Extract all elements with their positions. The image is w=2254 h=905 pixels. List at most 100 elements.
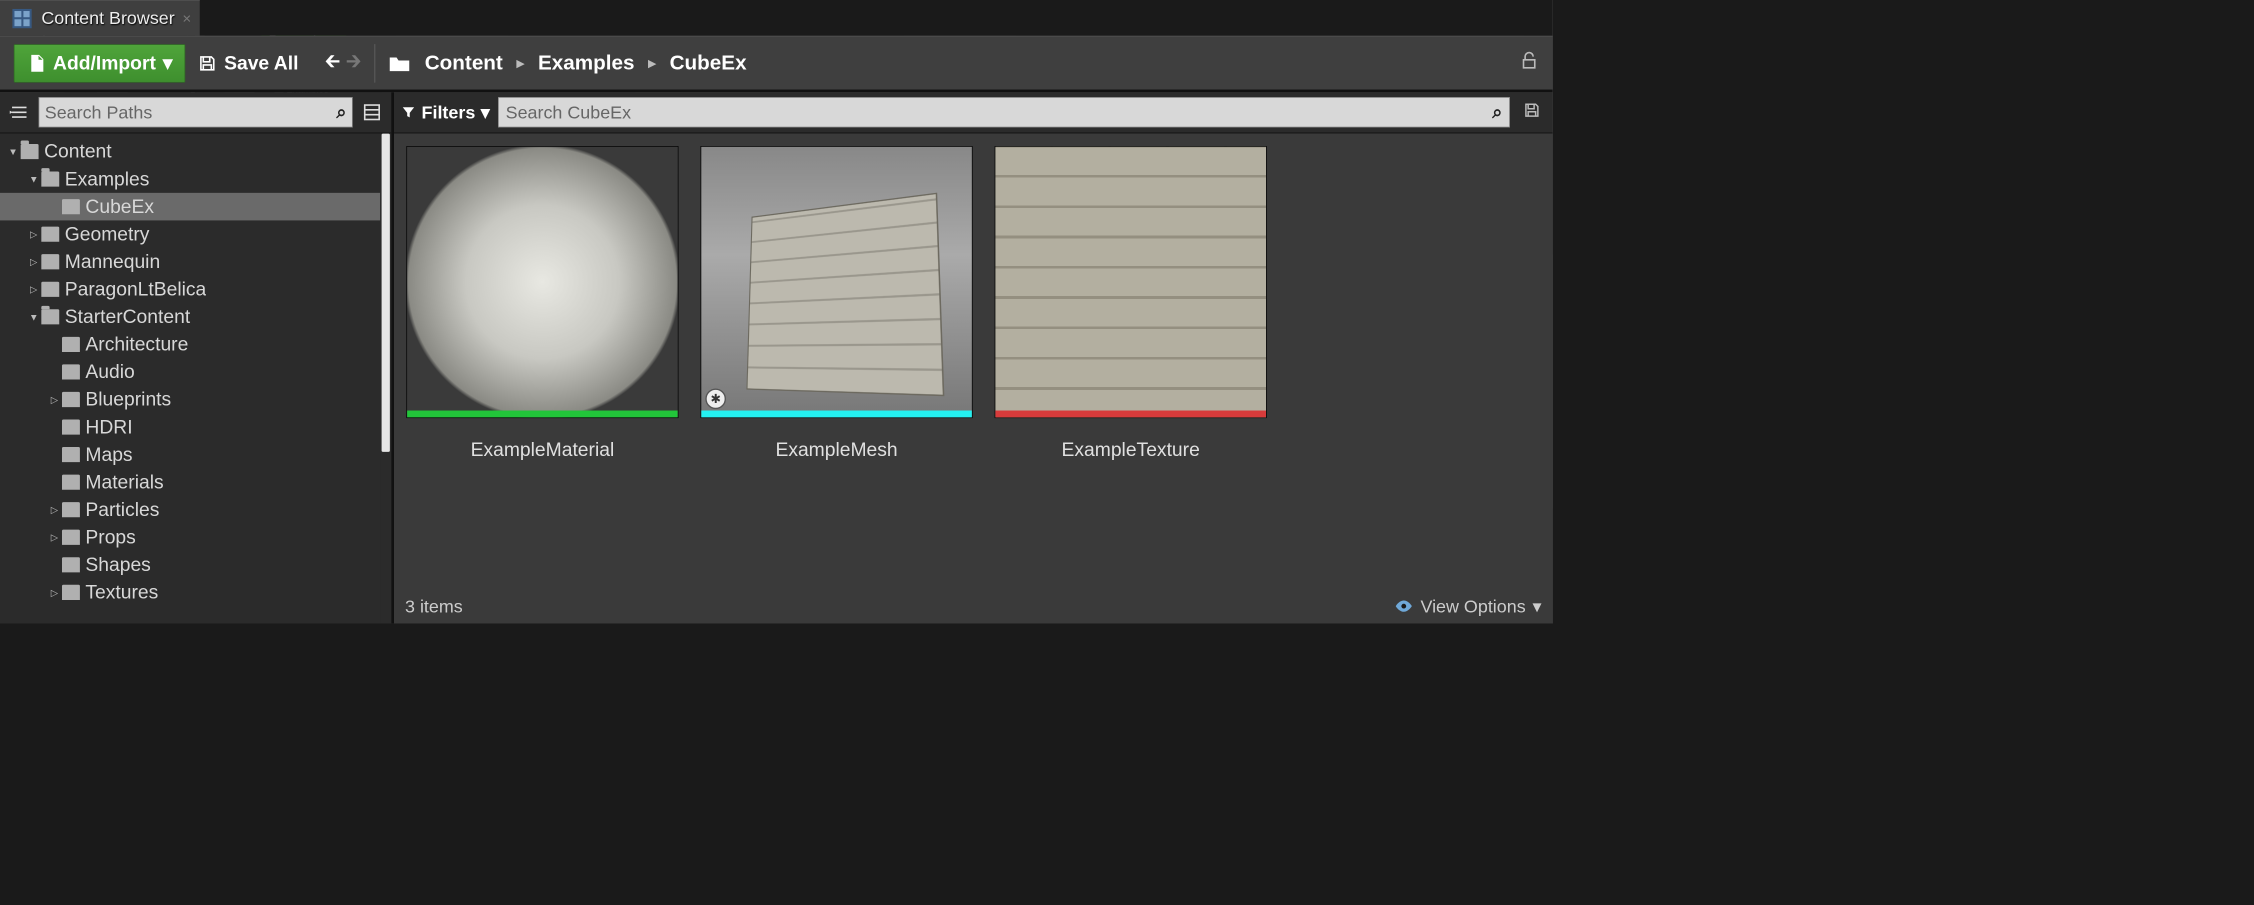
folder-icon: [21, 144, 39, 159]
tree-item-blueprints[interactable]: ▷ Blueprints: [0, 386, 380, 414]
caret-right-icon[interactable]: ▷: [26, 228, 41, 240]
caret-down-icon[interactable]: ▼: [6, 146, 21, 157]
tab-title: Content Browser: [41, 8, 174, 29]
chevron-down-icon: ▾: [163, 52, 173, 75]
caret-right-icon[interactable]: ▷: [47, 587, 62, 599]
add-import-button[interactable]: Add/Import ▾: [14, 44, 186, 83]
tree-item-mannequin[interactable]: ▷Mannequin: [0, 248, 380, 276]
chevron-down-icon: ▾: [1533, 595, 1542, 616]
caret-down-icon[interactable]: ▼: [26, 311, 41, 322]
lock-open-icon[interactable]: [1519, 51, 1538, 75]
folder-icon: [41, 227, 59, 242]
separator: [374, 44, 375, 83]
folder-icon: [62, 419, 80, 434]
folder-icon: [62, 364, 80, 379]
sidebar-toolbar: ⌕: [0, 92, 391, 133]
tree-item-particles[interactable]: ▷ Particles: [0, 496, 380, 524]
tab-content-browser[interactable]: Content Browser ×: [0, 0, 200, 36]
save-search-button[interactable]: [1518, 101, 1546, 124]
tree-item-label: HDRI: [85, 416, 132, 438]
filters-button[interactable]: Filters ▾: [401, 102, 490, 123]
asset-thumbnail: ✱: [701, 146, 973, 418]
folder-tree[interactable]: ▼Content▼ExamplesCubeEx▷Geometry▷Mannequ…: [0, 134, 380, 624]
search-paths-field[interactable]: ⌕: [39, 97, 353, 127]
tree-item-label: Examples: [65, 168, 150, 190]
tab-row: Content Browser ×: [0, 0, 1553, 36]
scrollbar-thumb[interactable]: [382, 134, 390, 452]
tree-item-architecture[interactable]: Architecture: [0, 331, 380, 359]
tree-item-examples[interactable]: ▼ Examples: [0, 165, 380, 193]
asset-type-stripe: [407, 411, 678, 418]
caret-right-icon[interactable]: ▷: [26, 283, 41, 295]
tree-item-props[interactable]: ▷Props: [0, 523, 380, 551]
caret-right-icon[interactable]: ▷: [47, 531, 62, 543]
folder-icon: [62, 585, 80, 600]
sidebar-scrollbar[interactable]: [380, 134, 391, 624]
close-icon[interactable]: ×: [182, 9, 191, 27]
search-assets-field[interactable]: ⌕: [498, 97, 1510, 127]
nav-forward-button[interactable]: 🡲: [346, 46, 362, 79]
tree-item-label: Blueprints: [85, 388, 171, 410]
asset-type-stripe: [701, 411, 972, 418]
tree-item-textures[interactable]: ▷ Textures: [0, 579, 380, 607]
asset-label: ExampleMesh: [775, 439, 897, 461]
sources-toggle-button[interactable]: [4, 97, 34, 127]
folder-icon: [62, 502, 80, 517]
caret-right-icon[interactable]: ▷: [47, 504, 62, 516]
tree-item-audio[interactable]: Audio: [0, 358, 380, 386]
folder-icon: [41, 282, 59, 297]
chevron-down-icon: ▾: [481, 102, 490, 123]
breadcrumb-item-0[interactable]: Content: [425, 51, 503, 74]
search-paths-input[interactable]: [45, 102, 337, 123]
tree-item-shapes[interactable]: Shapes: [0, 551, 380, 579]
folder-icon: [62, 447, 80, 462]
breadcrumb-item-1[interactable]: Examples: [538, 51, 634, 74]
tree-item-label: Particles: [85, 499, 159, 521]
view-options-label: View Options: [1420, 595, 1525, 616]
save-all-button[interactable]: Save All: [198, 52, 299, 74]
tree-item-label: StarterContent: [65, 306, 190, 328]
breadcrumb-item-2[interactable]: CubeEx: [670, 51, 747, 74]
save-all-label: Save All: [224, 52, 298, 74]
tree-item-label: Maps: [85, 444, 132, 466]
eye-icon: [1394, 597, 1413, 616]
tree-item-label: Audio: [85, 361, 134, 383]
tree-item-content[interactable]: ▼ Content: [0, 138, 380, 166]
tree-item-label: Textures: [85, 581, 158, 603]
tree-item-materials[interactable]: Materials: [0, 468, 380, 496]
caret-right-icon[interactable]: ▷: [26, 256, 41, 268]
tree-item-startercontent[interactable]: ▼ StarterContent: [0, 303, 380, 331]
search-icon: ⌕: [1492, 101, 1502, 123]
breadcrumb: Content ▸ Examples ▸ CubeEx: [388, 51, 747, 74]
search-assets-input[interactable]: [506, 102, 1493, 123]
asset-examplematerial[interactable]: ExampleMaterial: [406, 146, 678, 461]
tree-item-label: Content: [44, 141, 112, 163]
tree-item-hdri[interactable]: HDRI: [0, 413, 380, 441]
asset-thumbnail: [406, 146, 678, 418]
main-toolbar: Filters ▾ ⌕: [394, 92, 1553, 133]
folder-icon: [41, 254, 59, 269]
tree-item-label: Architecture: [85, 333, 188, 355]
asset-label: ExampleMaterial: [471, 439, 615, 461]
asset-examplemesh[interactable]: ✱ ExampleMesh: [701, 146, 973, 461]
view-options-button[interactable]: View Options ▾: [1394, 595, 1541, 616]
dirty-badge-icon: ✱: [705, 388, 726, 409]
asset-label: ExampleTexture: [1062, 439, 1200, 461]
tree-item-geometry[interactable]: ▷Geometry: [0, 220, 380, 248]
toolbar: Add/Import ▾ Save All 🡰 🡲 Content ▸ Exam…: [0, 36, 1553, 92]
caret-right-icon[interactable]: ▷: [47, 394, 62, 406]
nav-back-button[interactable]: 🡰: [325, 46, 341, 79]
tree-item-paragonltbelica[interactable]: ▷ParagonLtBelica: [0, 276, 380, 304]
tree-item-label: CubeEx: [85, 196, 154, 218]
tree-item-maps[interactable]: Maps: [0, 441, 380, 469]
collections-button[interactable]: [357, 97, 387, 127]
main-area: Filters ▾ ⌕ ExampleMaterial✱ExampleMeshE…: [391, 92, 1552, 623]
folder-icon: [41, 172, 59, 187]
status-bar: 3 items View Options ▾: [394, 589, 1553, 623]
caret-down-icon[interactable]: ▼: [26, 174, 41, 185]
asset-grid[interactable]: ExampleMaterial ✱ ExampleMesh ExampleTextur…: [394, 134, 1553, 589]
tree-item-cubeex[interactable]: CubeEx: [0, 193, 380, 221]
folder-icon: [62, 199, 80, 214]
filter-icon: [401, 105, 416, 120]
asset-exampletexture[interactable]: ExampleTexture: [995, 146, 1267, 461]
